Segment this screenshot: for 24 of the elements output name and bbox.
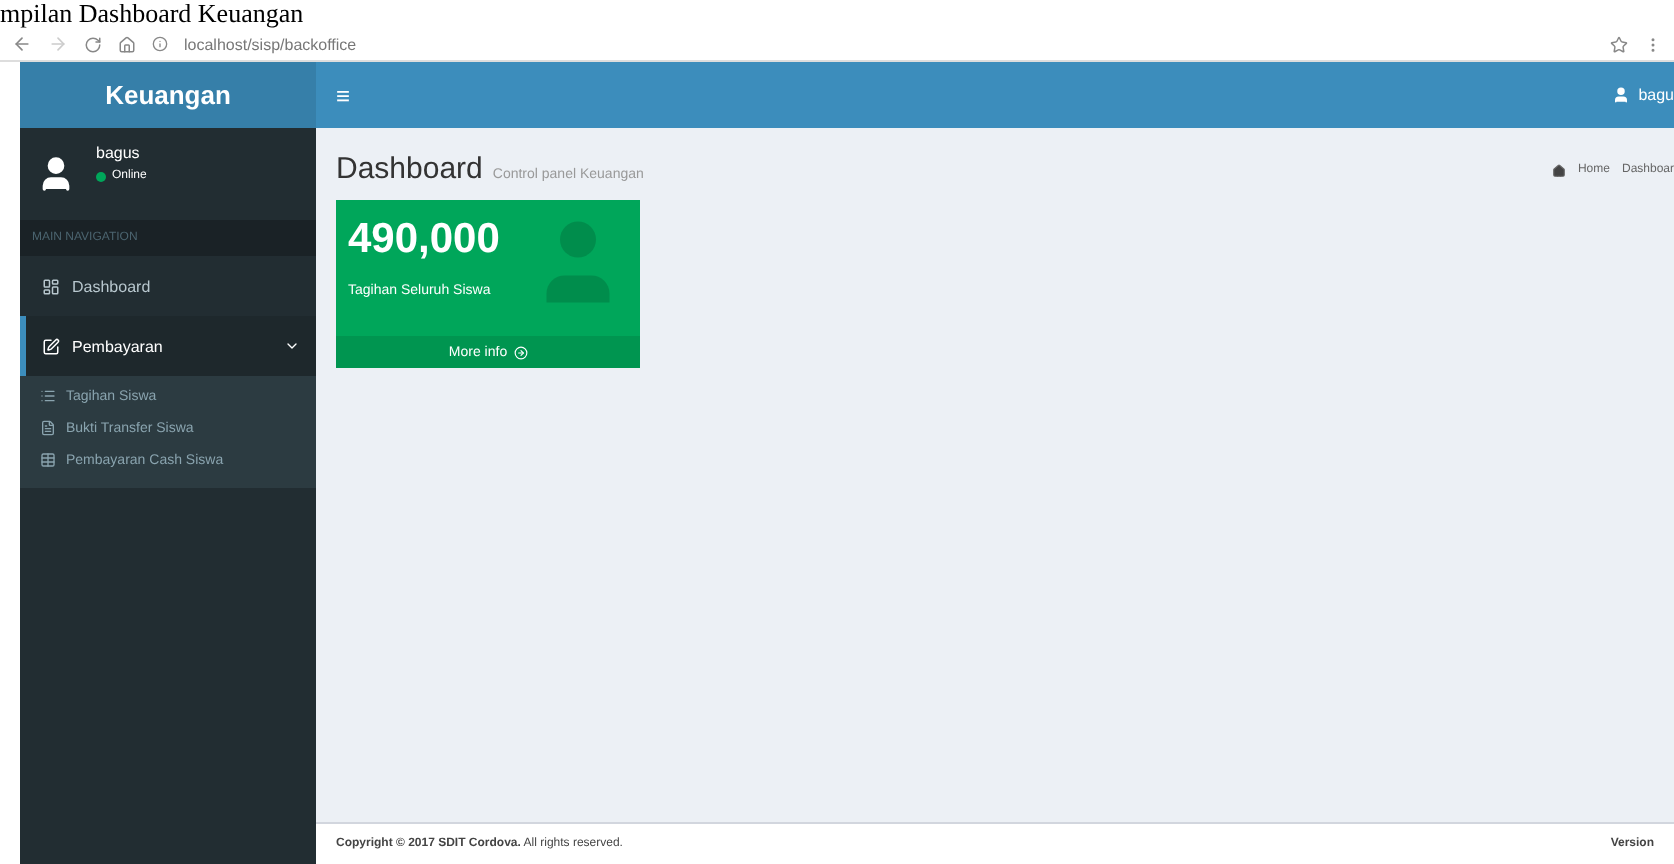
user-name: bagus xyxy=(96,144,142,162)
table-icon xyxy=(40,452,56,468)
document-icon xyxy=(40,420,56,436)
user-menu[interactable]: bagu xyxy=(1638,86,1674,104)
chevron-icon xyxy=(284,338,300,354)
page-title: Dashboard xyxy=(336,152,483,186)
reload-icon[interactable] xyxy=(84,35,102,53)
user-icon xyxy=(1612,86,1631,104)
list-icon xyxy=(40,388,56,404)
home-icon[interactable] xyxy=(118,35,136,53)
address-field[interactable]: localhost/sisp/backoffice xyxy=(184,35,1594,53)
stat-value: 490,000 xyxy=(348,216,502,264)
brand-logo[interactable]: Keuangan xyxy=(20,62,316,128)
dashboard-icon xyxy=(42,277,60,295)
document-caption: mpilan Dashboard Keuangan xyxy=(0,0,306,28)
menu-toggle[interactable]: ≡ xyxy=(336,81,351,109)
sidebar-item[interactable]: Dashboard xyxy=(20,256,316,316)
edit-icon xyxy=(42,337,60,355)
arrow-icon xyxy=(513,345,528,359)
home-icon xyxy=(1551,163,1566,177)
star-icon[interactable] xyxy=(1610,35,1628,53)
sidebar-item[interactable]: Pembayaran xyxy=(20,316,316,376)
info-icon xyxy=(152,36,168,52)
back-icon[interactable] xyxy=(12,34,32,54)
